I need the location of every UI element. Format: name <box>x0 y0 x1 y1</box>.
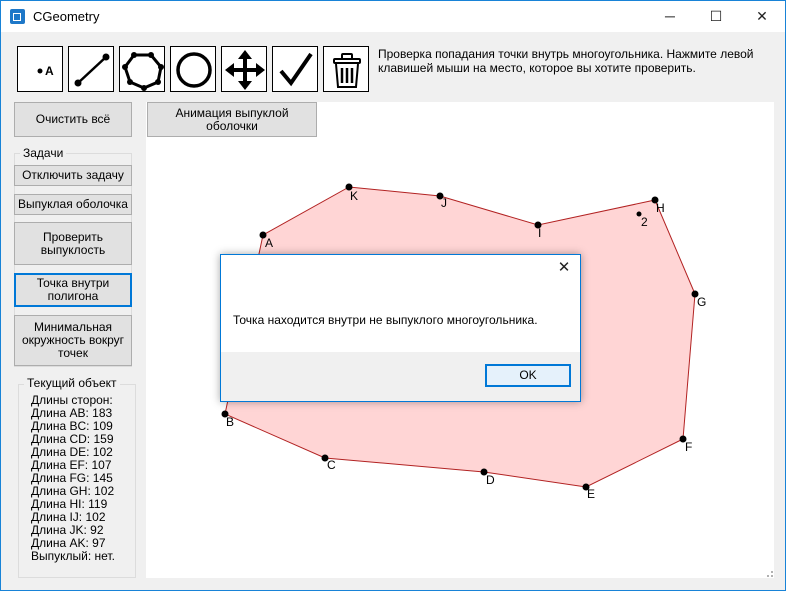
vertex-label-g: G <box>697 295 706 309</box>
dialog-message: Точка находится внутри не выпуклого мног… <box>233 313 538 327</box>
polygon-tool-icon <box>122 52 164 91</box>
vertex-label-k: K <box>350 189 358 203</box>
vertex-label-f: F <box>685 440 692 454</box>
segment-tool-button[interactable] <box>68 46 114 92</box>
vertex-label-e: E <box>587 487 595 501</box>
polygon-tool-button[interactable] <box>119 46 165 92</box>
dialog-close-icon[interactable]: ✕ <box>556 260 572 276</box>
circle-tool-icon <box>176 52 212 88</box>
point-tool-button[interactable]: A <box>17 46 63 92</box>
check-tool-icon <box>279 52 313 87</box>
segment-tool-icon <box>74 53 110 87</box>
convex-hull-animation-button[interactable]: Анимация выпуклой оболочки <box>147 102 317 137</box>
check-tool-button[interactable] <box>272 46 318 92</box>
vertex-label-a: A <box>265 236 273 250</box>
test-point-label: 2 <box>641 215 648 229</box>
close-button[interactable]: ✕ <box>739 1 785 32</box>
vertex-label-c: C <box>327 458 336 472</box>
vertex-label-h: H <box>656 201 665 215</box>
circle-tool-button[interactable] <box>170 46 216 92</box>
vertex-label-b: B <box>226 415 234 429</box>
vertex-label-d: D <box>486 473 495 487</box>
min-enclosing-circle-button[interactable]: Минимальная окружность вокруг точек <box>14 315 132 366</box>
tasks-group-title: Задачи <box>20 146 67 160</box>
app-icon <box>10 9 25 24</box>
clear-all-button[interactable]: Очистить всё <box>14 102 132 137</box>
check-convexity-button[interactable]: Проверить выпуклость <box>14 222 132 265</box>
minimize-button[interactable]: ─ <box>647 1 693 32</box>
point-tool-icon: A <box>37 64 54 78</box>
vertex-label-j: J <box>441 196 447 210</box>
current-object-title: Текущий объект <box>24 376 120 390</box>
hint-text: Проверка попадания точки внутрь многоуго… <box>378 47 754 75</box>
stats-line: Выпуклый: нет. <box>31 549 115 563</box>
window-title: CGeometry <box>33 9 100 24</box>
trash-icon <box>333 53 361 88</box>
stats-list: Длины сторон: Длина AB: 183 Длина BC: 10… <box>31 394 115 563</box>
disable-task-button[interactable]: Отключить задачу <box>14 165 132 186</box>
message-dialog: ✕ Точка находится внутри не выпуклого мн… <box>220 254 581 402</box>
main-window: CGeometry ─ ☐ ✕ A Проверка попадания точ… <box>0 0 786 591</box>
move-tool-icon <box>225 50 265 90</box>
vertex-label-i: I <box>538 226 541 240</box>
convex-hull-button[interactable]: Выпуклая оболочка <box>14 194 132 215</box>
maximize-button[interactable]: ☐ <box>693 1 739 32</box>
trash-button[interactable] <box>323 46 369 92</box>
point-tool-label: A <box>45 64 54 78</box>
dialog-footer: OK <box>221 352 580 401</box>
title-bar: CGeometry ─ ☐ ✕ <box>1 1 785 32</box>
resize-grip-icon[interactable] <box>766 570 774 578</box>
dialog-ok-button[interactable]: OK <box>485 364 571 387</box>
point-in-polygon-button[interactable]: Точка внутри полигона <box>14 273 132 307</box>
move-tool-button[interactable] <box>221 46 267 92</box>
